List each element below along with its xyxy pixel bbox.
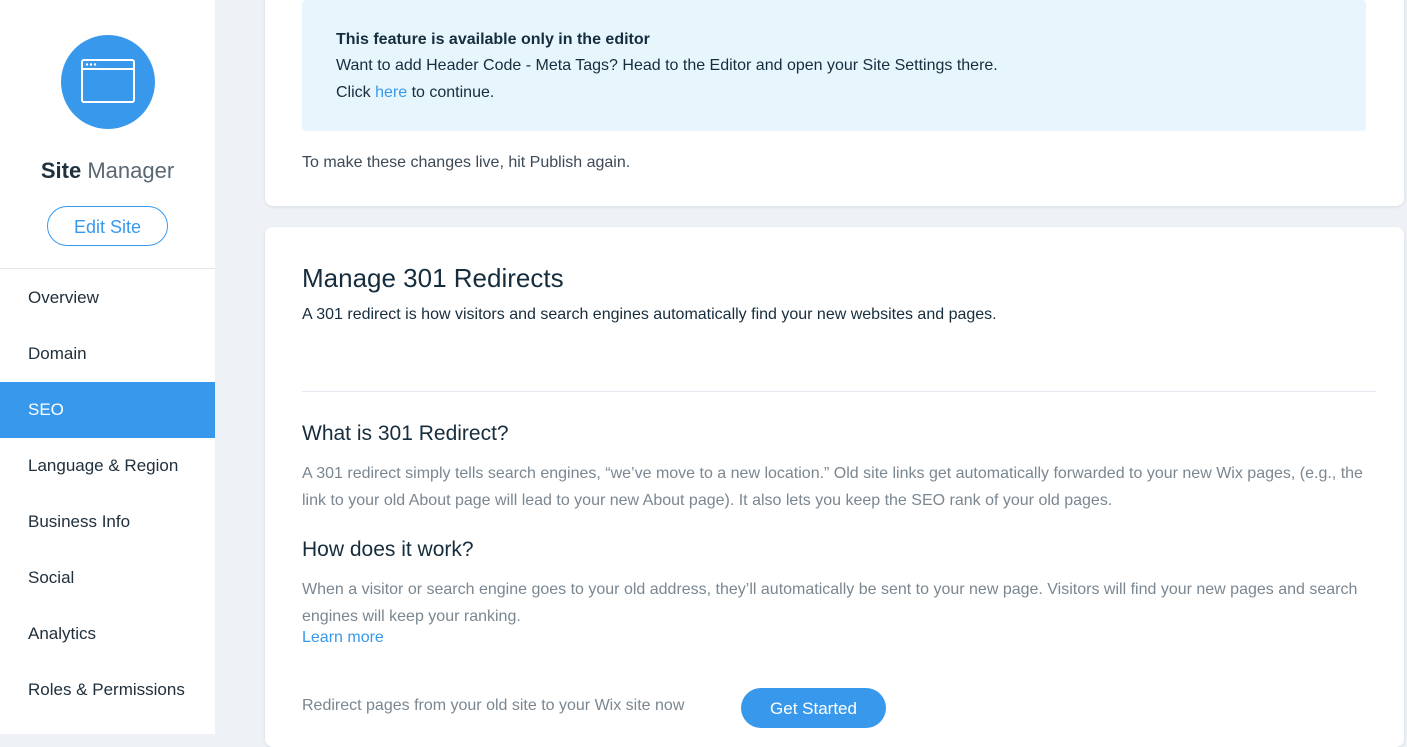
- manage-redirects-heading: Manage 301 Redirects: [302, 263, 564, 293]
- sidebar-item-roles-permissions[interactable]: Roles & Permissions: [0, 662, 215, 718]
- notice-line: Want to add Header Code - Meta Tags? Hea…: [336, 57, 998, 74]
- browser-window-icon: [61, 35, 155, 129]
- notice-continue-line: Click here to continue.: [336, 84, 494, 102]
- publish-note: To make these changes live, hit Publish …: [302, 154, 631, 171]
- notice-click-prefix: Click: [336, 84, 376, 101]
- sidebar: Site Manager Edit Site Overview Domain S…: [0, 0, 215, 734]
- sidebar-item-social[interactable]: Social: [0, 550, 215, 606]
- sidebar-item-analytics[interactable]: Analytics: [0, 606, 215, 662]
- site-title-bold: Site: [40, 158, 82, 183]
- site-title-light: Manager: [87, 158, 175, 183]
- redirect-cta-text: Redirect pages from your old site to you…: [302, 697, 685, 714]
- notice-continue-suffix: to continue.: [407, 84, 495, 101]
- site-manager-title: Site Manager: [0, 158, 215, 184]
- sidebar-nav: Overview Domain SEO Language & Region Bu…: [0, 270, 215, 718]
- sidebar-item-domain[interactable]: Domain: [0, 326, 215, 382]
- how-it-works-text: When a visitor or search engine goes to …: [302, 581, 1358, 625]
- sidebar-item-language-region[interactable]: Language & Region: [0, 438, 215, 494]
- get-started-button[interactable]: Get Started: [741, 688, 886, 728]
- editor-only-notice: This feature is available only in the ed…: [302, 0, 1366, 131]
- what-is-redirect-heading: What is 301 Redirect?: [302, 422, 509, 445]
- how-it-works-heading: How does it work?: [302, 538, 474, 561]
- edit-site-button[interactable]: Edit Site: [47, 206, 168, 246]
- sidebar-divider: [0, 268, 215, 269]
- sidebar-item-seo[interactable]: SEO: [0, 382, 215, 438]
- learn-more-link[interactable]: Learn more: [302, 629, 384, 647]
- what-is-redirect-text: A 301 redirect simply tells search engin…: [302, 465, 1363, 509]
- manage-redirects-description: A 301 redirect is how visitors and searc…: [302, 306, 997, 323]
- sidebar-item-overview[interactable]: Overview: [0, 270, 215, 326]
- section-divider: [302, 391, 1376, 392]
- redirects-card: Manage 301 Redirects A 301 redirect is h…: [265, 227, 1404, 747]
- here-link[interactable]: here: [375, 84, 407, 101]
- editor-notice-card: This feature is available only in the ed…: [265, 0, 1404, 206]
- notice-title: This feature is available only in the ed…: [336, 31, 650, 48]
- sidebar-item-business-info[interactable]: Business Info: [0, 494, 215, 550]
